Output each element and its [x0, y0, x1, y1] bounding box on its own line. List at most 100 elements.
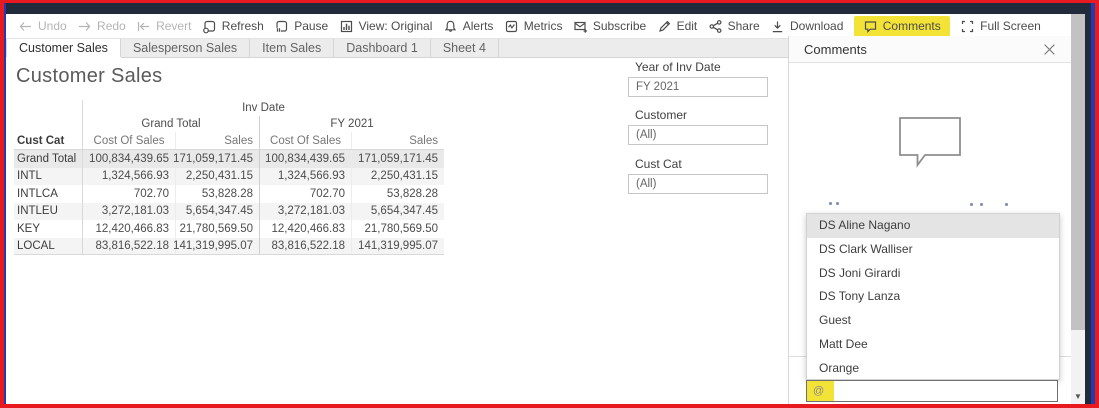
- mention-item[interactable]: DS Joni Girardi: [807, 262, 1059, 286]
- mention-item[interactable]: Orange: [807, 357, 1059, 380]
- mention-item[interactable]: Matt Dee: [807, 333, 1059, 357]
- redo-button[interactable]: Redo: [77, 19, 126, 34]
- pause-icon: [274, 19, 289, 34]
- mention-dropdown: DS Aline Nagano DS Clark Walliser DS Jon…: [806, 213, 1060, 380]
- comments-label: Comments: [883, 19, 941, 33]
- revert-label: Revert: [156, 19, 191, 33]
- measure-header: Sales: [351, 132, 444, 149]
- group-header-grand-total: Grand Total: [82, 116, 259, 132]
- revert-button[interactable]: Revert: [136, 19, 191, 34]
- close-icon[interactable]: [1043, 43, 1056, 56]
- group-header-fy2021: FY 2021: [259, 116, 444, 132]
- envelope-plus-icon: [573, 19, 588, 34]
- table-row[interactable]: INTL 1,324,566.93 2,250,431.15 1,324,566…: [14, 168, 444, 186]
- bar-chart-icon: [339, 19, 354, 34]
- tab-dashboard-1[interactable]: Dashboard 1: [334, 39, 431, 57]
- download-label: Download: [790, 19, 843, 33]
- occluded-text-fragment: [1005, 203, 1008, 206]
- measure-header: Sales: [175, 132, 259, 149]
- comment-bubble-icon: [863, 19, 878, 34]
- tab-sheet-4[interactable]: Sheet 4: [431, 39, 499, 57]
- download-button[interactable]: Download: [770, 19, 843, 34]
- mention-item[interactable]: DS Tony Lanza: [807, 285, 1059, 309]
- refresh-icon: [202, 19, 217, 34]
- arrow-right-icon: [77, 19, 92, 34]
- comments-panel-header: Comments: [789, 36, 1071, 63]
- tab-item-sales[interactable]: Item Sales: [250, 39, 334, 57]
- toolbar: Undo Redo Revert Refresh Pause View: Ori…: [6, 14, 1071, 38]
- revert-icon: [136, 19, 151, 34]
- measure-header: Cost Of Sales: [259, 132, 351, 149]
- table-header-row: Inv Date: [14, 100, 444, 116]
- pencil-icon: [657, 19, 672, 34]
- metrics-button[interactable]: Metrics: [504, 19, 563, 34]
- window-edge-blue: [1091, 3, 1095, 404]
- customer-sales-table: Inv Date Grand Total FY 2021 Cust Cat Co…: [14, 100, 444, 255]
- view-original-button[interactable]: View: Original: [339, 19, 433, 34]
- page-content: Undo Redo Revert Refresh Pause View: Ori…: [6, 3, 1085, 404]
- comments-panel-title: Comments: [804, 42, 867, 57]
- comments-button[interactable]: Comments: [854, 16, 950, 37]
- share-button[interactable]: Share: [708, 19, 760, 34]
- table-row[interactable]: KEY 12,420,466.83 21,780,569.50 12,420,4…: [14, 220, 444, 238]
- full-screen-button[interactable]: Full Screen: [960, 19, 1041, 34]
- scrollbar-thumb[interactable]: [1071, 14, 1085, 330]
- table-header-row: Cust Cat Cost Of Sales Sales Cost Of Sal…: [14, 132, 444, 150]
- filter-cust-cat: Cust Cat (All): [628, 157, 768, 194]
- filter-year-of-inv-date: Year of Inv Date FY 2021: [628, 60, 768, 97]
- full-screen-label: Full Screen: [980, 19, 1041, 33]
- table-header-row: Grand Total FY 2021: [14, 116, 444, 132]
- redo-label: Redo: [97, 19, 126, 33]
- alerts-label: Alerts: [463, 19, 494, 33]
- filter-customer: Customer (All): [628, 108, 768, 145]
- tab-customer-sales[interactable]: Customer Sales: [6, 39, 121, 57]
- view-original-label: View: Original: [359, 19, 433, 33]
- occluded-text-fragment: [836, 202, 839, 205]
- row-dimension-header: Cust Cat: [14, 132, 82, 149]
- share-label: Share: [728, 19, 760, 33]
- metrics-icon: [504, 19, 519, 34]
- pause-button[interactable]: Pause: [274, 19, 328, 34]
- mention-item[interactable]: Guest: [807, 309, 1059, 333]
- col-group-title: Inv Date: [82, 100, 444, 116]
- share-icon: [708, 19, 723, 34]
- at-mention-highlight: @: [807, 381, 834, 401]
- bell-icon: [443, 19, 458, 34]
- table-row[interactable]: LOCAL 83,816,522.18 141,319,995.07 83,81…: [14, 238, 444, 256]
- page-scrollbar[interactable]: ▼: [1071, 14, 1085, 404]
- table-row[interactable]: Grand Total 100,834,439.65 171,059,171.4…: [14, 150, 444, 168]
- year-filter-dropdown[interactable]: FY 2021: [628, 77, 768, 97]
- undo-label: Undo: [38, 19, 67, 33]
- subscribe-label: Subscribe: [593, 19, 646, 33]
- page-title: Customer Sales: [16, 65, 162, 88]
- occluded-text-fragment: [980, 203, 983, 206]
- occluded-text-fragment: [829, 202, 832, 205]
- screen: Undo Redo Revert Refresh Pause View: Ori…: [0, 0, 1099, 408]
- cust-cat-filter-dropdown[interactable]: (All): [628, 174, 768, 194]
- table-row[interactable]: INTLCA 702.70 53,828.28 702.70 53,828.28: [14, 185, 444, 203]
- occluded-text-fragment: [970, 203, 973, 206]
- filter-label: Year of Inv Date: [635, 60, 768, 74]
- arrow-left-icon: [18, 19, 33, 34]
- metrics-label: Metrics: [524, 19, 563, 33]
- subscribe-button[interactable]: Subscribe: [573, 19, 646, 34]
- mention-item[interactable]: DS Aline Nagano: [807, 214, 1059, 238]
- edit-label: Edit: [677, 19, 698, 33]
- browser-chrome-strip: [6, 3, 1085, 14]
- pause-label: Pause: [294, 19, 328, 33]
- comment-input[interactable]: @: [806, 380, 1058, 402]
- empty-comments-bubble-icon: [789, 116, 1071, 168]
- customer-filter-dropdown[interactable]: (All): [628, 125, 768, 145]
- measure-header: Cost Of Sales: [82, 132, 175, 149]
- tab-salesperson-sales[interactable]: Salesperson Sales: [121, 39, 250, 57]
- filter-label: Cust Cat: [635, 157, 768, 171]
- mention-item[interactable]: DS Clark Walliser: [807, 238, 1059, 262]
- alerts-button[interactable]: Alerts: [443, 19, 494, 34]
- table-row[interactable]: INTLEU 3,272,181.03 5,654,347.45 3,272,1…: [14, 203, 444, 221]
- refresh-button[interactable]: Refresh: [202, 19, 264, 34]
- filter-label: Customer: [635, 108, 768, 122]
- scroll-down-arrow-icon[interactable]: ▼: [1071, 392, 1085, 401]
- edit-button[interactable]: Edit: [657, 19, 698, 34]
- undo-button[interactable]: Undo: [18, 19, 67, 34]
- refresh-label: Refresh: [222, 19, 264, 33]
